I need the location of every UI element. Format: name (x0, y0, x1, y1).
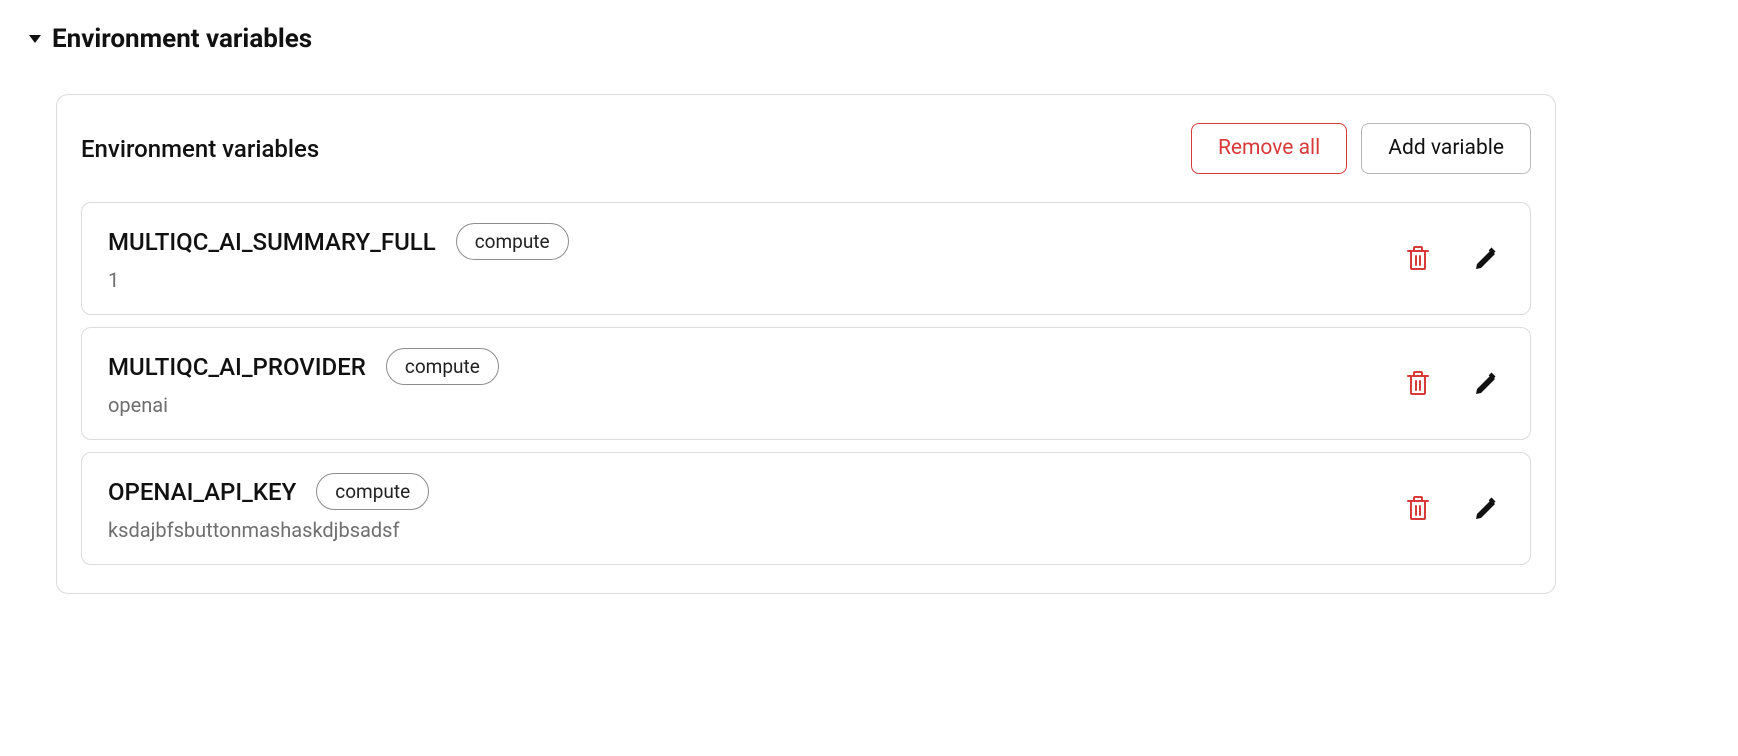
variable-list: MULTIQC_AI_SUMMARY_FULL compute 1 (81, 202, 1531, 565)
edit-variable-button[interactable] (1470, 366, 1504, 400)
variable-row: MULTIQC_AI_SUMMARY_FULL compute 1 (81, 202, 1531, 315)
variable-name: MULTIQC_AI_PROVIDER (108, 353, 366, 381)
variable-row: MULTIQC_AI_PROVIDER compute openai (81, 327, 1531, 440)
delete-variable-button[interactable] (1402, 366, 1434, 400)
pencil-icon (1474, 495, 1500, 521)
pencil-icon (1474, 370, 1500, 396)
trash-icon (1406, 245, 1430, 271)
scope-tag: compute (316, 473, 429, 510)
card-actions: Remove all Add variable (1191, 123, 1531, 174)
scope-tag: compute (386, 348, 499, 385)
scope-tag: compute (456, 223, 569, 260)
caret-down-icon (28, 32, 42, 46)
section-toggle[interactable]: Environment variables (28, 24, 1710, 54)
remove-all-button[interactable]: Remove all (1191, 123, 1347, 174)
card-header: Environment variables Remove all Add var… (81, 123, 1531, 174)
variable-value: ksdajbfsbuttonmashaskdjbsadsf (108, 518, 1382, 542)
variable-row: OPENAI_API_KEY compute ksdajbfsbuttonmas… (81, 452, 1531, 565)
variable-name: MULTIQC_AI_SUMMARY_FULL (108, 228, 436, 256)
pencil-icon (1474, 245, 1500, 271)
variable-name: OPENAI_API_KEY (108, 478, 296, 506)
add-variable-button[interactable]: Add variable (1361, 123, 1531, 174)
trash-icon (1406, 495, 1430, 521)
delete-variable-button[interactable] (1402, 491, 1434, 525)
delete-variable-button[interactable] (1402, 241, 1434, 275)
section-title: Environment variables (52, 24, 312, 54)
env-vars-card: Environment variables Remove all Add var… (56, 94, 1556, 594)
variable-value: openai (108, 393, 1382, 417)
edit-variable-button[interactable] (1470, 241, 1504, 275)
edit-variable-button[interactable] (1470, 491, 1504, 525)
variable-value: 1 (108, 268, 1382, 292)
card-title: Environment variables (81, 135, 319, 163)
trash-icon (1406, 370, 1430, 396)
